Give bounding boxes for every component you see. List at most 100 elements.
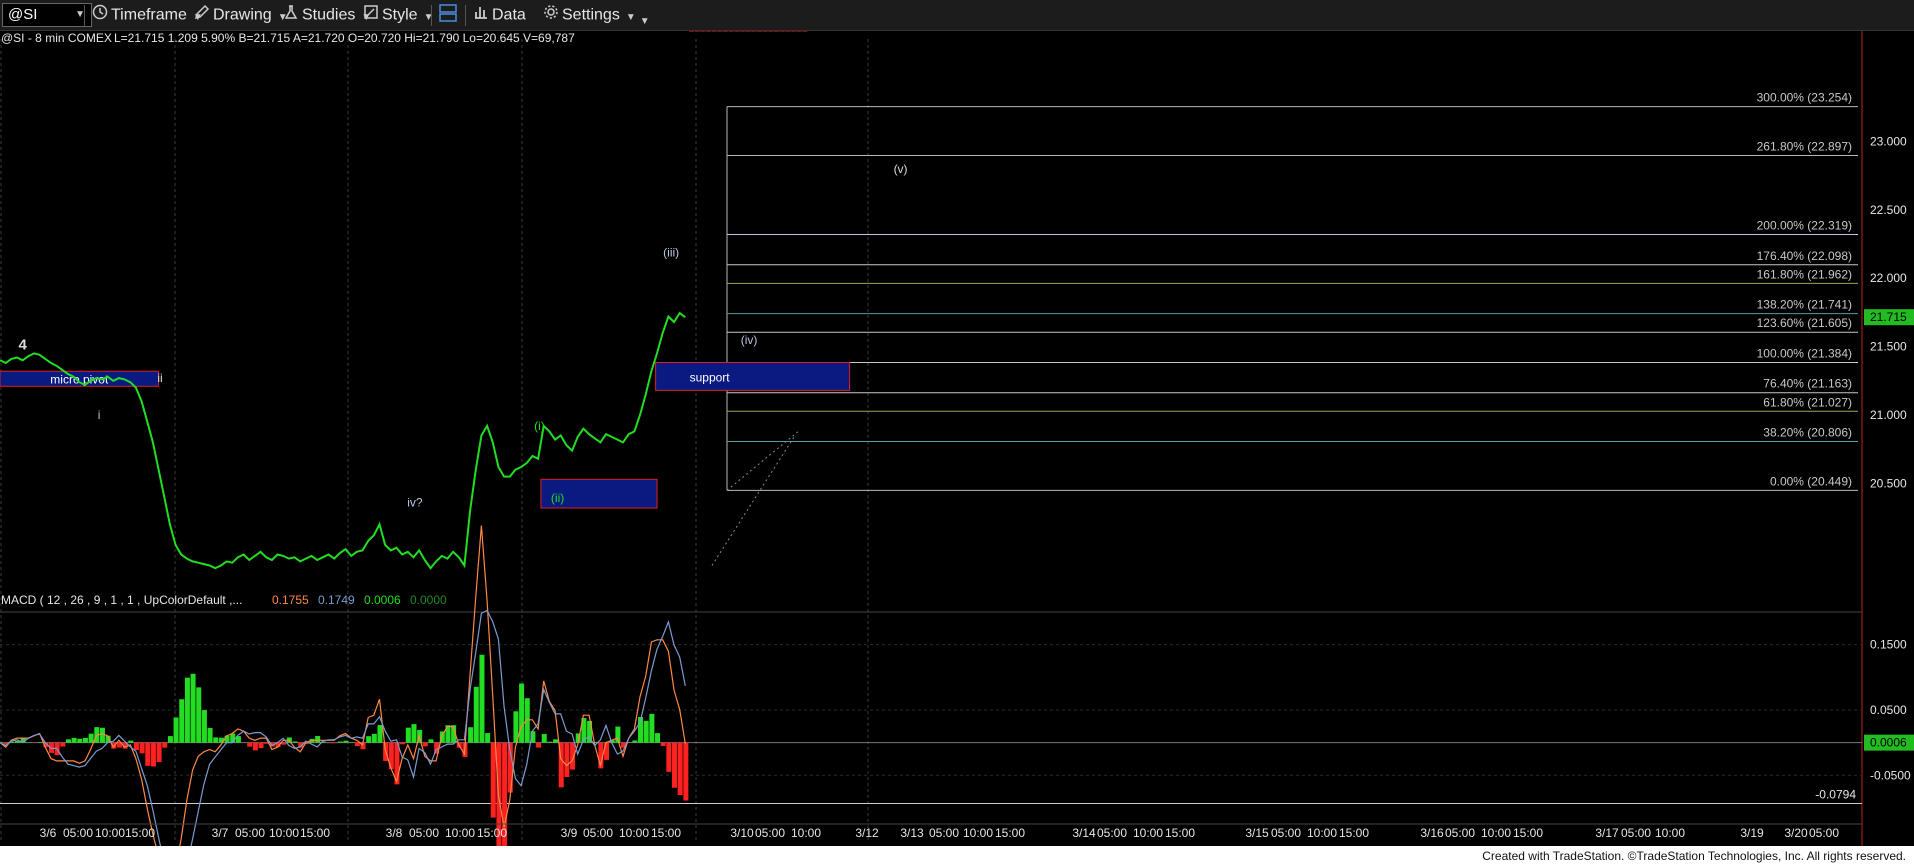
price-line bbox=[0, 311, 686, 570]
macd-histogram-bar bbox=[173, 717, 179, 743]
drawing-button[interactable]: Drawing ▼ bbox=[194, 4, 288, 26]
macd-histogram-bar bbox=[683, 742, 689, 801]
fib-level-label: 176.40% (22.098) bbox=[1757, 249, 1852, 263]
macd-histogram-bar bbox=[649, 713, 655, 743]
studies-button[interactable]: Studies ▼ bbox=[283, 4, 371, 26]
toolbar: @SI ▼ Timeframe ▼ Drawing ▼ Studies ▼ Style… bbox=[0, 0, 1914, 31]
macd-header: MACD ( 12 , 26 , 9 , 1 , 1 , UpColorDefa… bbox=[1, 593, 242, 607]
macd-histogram-bar bbox=[643, 720, 649, 743]
macd-histogram-bar bbox=[207, 727, 213, 743]
time-tick-label: 10:00 bbox=[445, 826, 475, 840]
price-tick-label: 21.500 bbox=[1870, 340, 1907, 354]
fibonacci-extension[interactable]: 300.00% (23.254) 261.80% (22.897) 200.00% … bbox=[711, 91, 1858, 566]
style-label: Style bbox=[382, 6, 418, 24]
fib-level-label: 61.80% (21.027) bbox=[1763, 395, 1852, 409]
pencil-icon bbox=[194, 4, 210, 27]
macd-histogram-bar bbox=[400, 742, 406, 745]
macd-histogram-bar bbox=[677, 742, 683, 795]
macd-histogram-bar bbox=[332, 742, 338, 744]
chart-symbol-header: @SI - 8 min COMEX bbox=[1, 31, 112, 45]
time-tick-label: 05:00 bbox=[409, 826, 439, 840]
macd-histogram-bar bbox=[553, 739, 559, 743]
macd-histogram-bar bbox=[65, 739, 71, 743]
macd-histogram-bar bbox=[71, 737, 77, 743]
fib-level-label: 38.20% (20.806) bbox=[1763, 426, 1852, 440]
macd-histogram-bar bbox=[536, 742, 542, 748]
symbol-input[interactable]: @SI ▼ bbox=[2, 3, 92, 27]
zone-label: support bbox=[690, 370, 731, 384]
symbol-text: @SI bbox=[8, 6, 38, 23]
macd-current-label: 0.0006 bbox=[1870, 736, 1907, 750]
macd-histogram-bar bbox=[689, 31, 695, 32]
macd-histogram-bar bbox=[156, 742, 162, 763]
clock-icon bbox=[92, 4, 108, 27]
wave-labels: 4iiiiv?(i)(iii)(iv)(v) bbox=[18, 162, 907, 510]
macd-histogram-bar bbox=[768, 31, 774, 32]
macd-histogram-bar bbox=[717, 31, 723, 32]
time-tick-label: 3/19 bbox=[1740, 826, 1764, 840]
time-tick-label: 3/9 bbox=[561, 826, 578, 840]
macd-histogram-bar bbox=[734, 31, 740, 32]
time-tick-label: 10:00 bbox=[963, 826, 993, 840]
macd-histogram-bar bbox=[405, 727, 411, 743]
macd-histogram-bar bbox=[371, 733, 377, 743]
macd-histogram-bar bbox=[162, 742, 168, 748]
time-tick-label: 3/20 bbox=[1784, 826, 1808, 840]
macd-histogram-bar bbox=[292, 741, 298, 743]
bar-chart-icon bbox=[473, 4, 489, 27]
overflow-caret-icon[interactable]: ▼ bbox=[640, 16, 650, 27]
time-tick-label: 05:00 bbox=[1097, 826, 1127, 840]
timeframe-button[interactable]: Timeframe ▼ bbox=[92, 4, 203, 26]
macd-histogram-bar bbox=[337, 741, 343, 743]
price-tick-label: 20.500 bbox=[1870, 476, 1907, 490]
macd-histogram-bar bbox=[139, 742, 145, 754]
macd-histogram-bar bbox=[184, 677, 190, 743]
settings-button[interactable]: Settings ▼ ▼ bbox=[543, 4, 650, 27]
toolbar-separator bbox=[84, 5, 85, 26]
time-axis[interactable]: 3/6 05:00 10:00 15:00 3/7 05:00 10:00 15:00 3/8 0… bbox=[0, 823, 1862, 840]
style-icon bbox=[363, 4, 379, 27]
macd-histogram-bar bbox=[660, 742, 666, 747]
time-tick-label: 3/14 bbox=[1072, 826, 1096, 840]
macd-histogram-bar bbox=[88, 733, 94, 743]
toolbar-separator bbox=[465, 5, 466, 26]
zone-boxes[interactable]: micro pivot support(ii) bbox=[0, 361, 851, 509]
time-tick-label: 3/13 bbox=[900, 826, 924, 840]
macd-histogram-bar bbox=[519, 683, 525, 743]
macd-histogram-bar bbox=[739, 31, 745, 32]
macd-tick-label: 0.1500 bbox=[1870, 638, 1907, 652]
macd-histogram-bar bbox=[547, 741, 553, 743]
price-tick-label: 23.000 bbox=[1870, 134, 1907, 148]
macd-histogram-bar bbox=[179, 699, 185, 743]
time-tick-label: 05:00 bbox=[1809, 826, 1839, 840]
fib-level-label: 261.80% (22.897) bbox=[1757, 139, 1852, 153]
macd-histogram-bar bbox=[201, 710, 207, 743]
time-tick-label: 05:00 bbox=[235, 826, 265, 840]
time-tick-label: 3/8 bbox=[386, 826, 403, 840]
footer-credit: Created with TradeStation. ©TradeStation… bbox=[0, 846, 1914, 866]
time-tick-label: 05:00 bbox=[583, 826, 613, 840]
data-button[interactable]: Data bbox=[473, 4, 526, 26]
macd-histogram-bar bbox=[133, 742, 139, 751]
time-tick-label: 15:00 bbox=[1165, 826, 1195, 840]
macd-histogram-bar bbox=[150, 742, 156, 767]
style-button[interactable]: Style ▼ bbox=[363, 4, 433, 26]
time-tick-label: 10:00 bbox=[269, 826, 299, 840]
settings-label: Settings bbox=[562, 6, 620, 24]
macd-histogram-bar bbox=[541, 734, 547, 743]
macd-histogram-bar bbox=[37, 742, 43, 743]
macd-value: 0.1755 bbox=[272, 593, 309, 607]
drawing-label: Drawing bbox=[213, 6, 272, 24]
timeframe-label: Timeframe bbox=[111, 6, 187, 24]
time-tick-label: 3/17 bbox=[1595, 826, 1619, 840]
time-tick-label: 3/15 bbox=[1245, 826, 1269, 840]
macd-histogram-bar bbox=[366, 736, 372, 743]
time-tick-label: 15:00 bbox=[477, 826, 507, 840]
price-chart[interactable]: 300.00% (23.254) 261.80% (22.897) 200.00% … bbox=[0, 31, 1914, 846]
price-axis[interactable]: 20.500 21.000 21.500 22.000 22.500 23.000 21.7… bbox=[1861, 31, 1914, 846]
macd-histogram-bar bbox=[167, 736, 173, 743]
time-tick-label: 15:00 bbox=[125, 826, 155, 840]
layout-button[interactable] bbox=[439, 4, 460, 26]
macd-histogram-bar bbox=[145, 742, 151, 766]
macd-histogram-bar bbox=[706, 31, 711, 32]
